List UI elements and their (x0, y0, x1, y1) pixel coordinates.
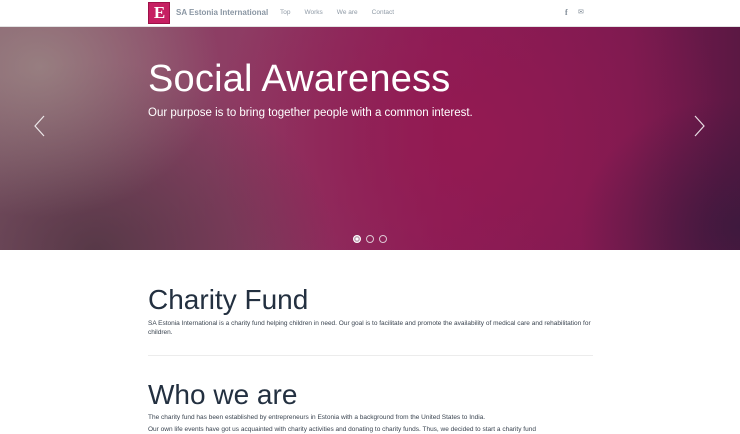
hero-subtitle: Our purpose is to bring together people … (148, 107, 473, 119)
charity-fund-text: SA Estonia International is a charity fu… (148, 320, 591, 336)
section-divider (148, 355, 593, 356)
carousel-next-arrow-icon[interactable] (692, 115, 706, 137)
hero-title: Social Awareness (148, 58, 451, 100)
carousel-indicators (353, 235, 387, 243)
who-we-are-heading: Who we are (148, 379, 298, 410)
who-we-are-text-line-1: The charity fund has been established by… (148, 414, 486, 421)
nav-link-top[interactable]: Top (280, 9, 290, 16)
charity-fund-heading: Charity Fund (148, 284, 309, 315)
carousel-prev-arrow-icon[interactable] (33, 115, 47, 137)
nav-link-contact[interactable]: Contact (372, 9, 394, 16)
carousel-dot-1[interactable] (353, 235, 361, 243)
carousel-dot-3[interactable] (379, 235, 387, 243)
carousel-dot-2[interactable] (366, 235, 374, 243)
facebook-icon[interactable]: f (565, 8, 568, 17)
nav-link-works[interactable]: Works (304, 9, 322, 16)
logo[interactable]: E (148, 2, 170, 24)
main-nav: Top Works We are Contact (280, 9, 408, 16)
brand-name[interactable]: SA Estonia International (176, 8, 268, 17)
nav-link-we-are[interactable]: We are (337, 9, 358, 16)
who-we-are-text-line-2: Our own life events have got us acquaint… (148, 426, 536, 433)
hero-carousel: Social Awareness Our purpose is to bring… (0, 27, 740, 250)
top-navigation-bar: E SA Estonia International Top Works We … (0, 0, 740, 27)
mail-icon[interactable]: ✉ (578, 8, 584, 16)
